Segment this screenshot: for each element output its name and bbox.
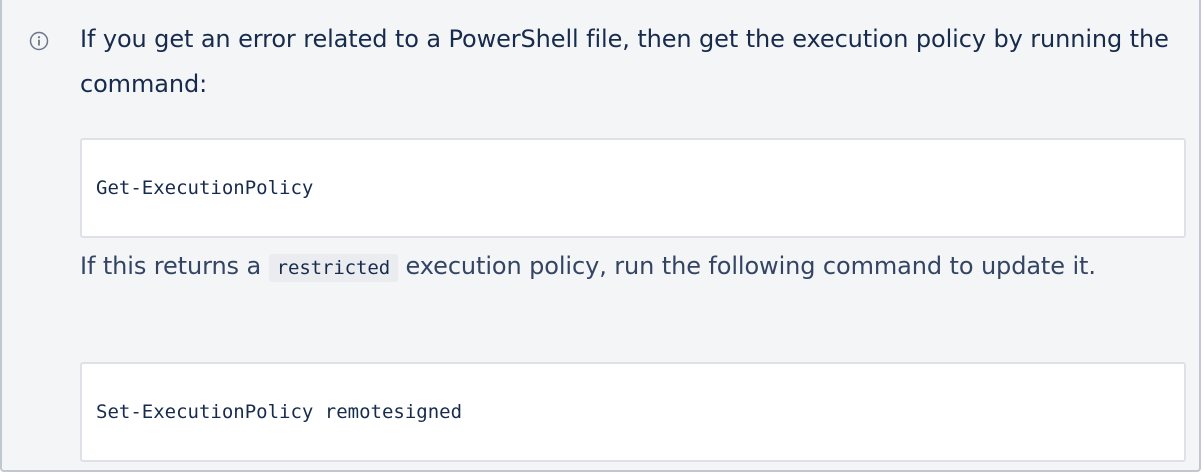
followup-paragraph: If this returns a restricted execution p…	[80, 244, 1170, 291]
code-text: Get-ExecutionPolicy	[96, 177, 314, 199]
info-callout-panel: If you get an error related to a PowerSh…	[0, 0, 1201, 472]
followup-prefix: If this returns a	[80, 252, 269, 280]
intro-paragraph: If you get an error related to a PowerSh…	[80, 25, 1169, 98]
code-block-set-policy[interactable]: Set-ExecutionPolicy remotesigned	[80, 362, 1186, 462]
code-text: Set-ExecutionPolicy remotesigned	[96, 401, 463, 423]
inline-code-restricted: restricted	[268, 254, 399, 282]
code-block-get-policy[interactable]: Get-ExecutionPolicy	[80, 138, 1186, 238]
followup-suffix: execution policy, run the following comm…	[398, 252, 1096, 280]
info-icon	[29, 31, 49, 51]
